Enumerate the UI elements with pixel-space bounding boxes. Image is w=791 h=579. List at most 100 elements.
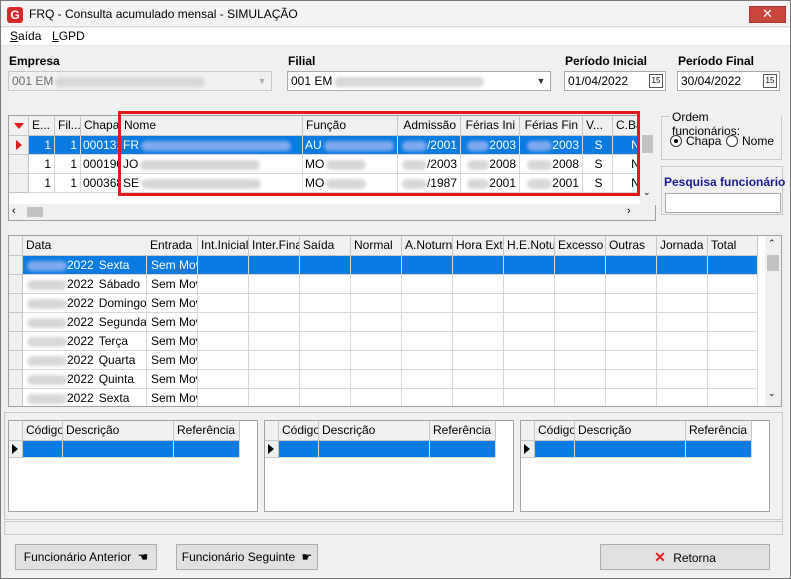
cell-value[interactable] [453,389,504,406]
cell-value[interactable] [708,389,758,406]
cell-value[interactable] [453,294,504,313]
radio-nome-label[interactable]: Nome [742,134,774,148]
employees-hscrollbar[interactable]: ‹ › [9,204,655,220]
cell-value[interactable] [657,294,708,313]
cell-value[interactable] [249,275,300,294]
col-header-fil[interactable]: Fil... [55,116,81,136]
col-header-referencia[interactable]: Referência [686,421,752,441]
cell-value[interactable] [351,275,402,294]
cell-fil[interactable]: 1 [55,174,81,193]
col-header-int-inicial[interactable]: Int.Inicial [198,236,249,256]
cell-value[interactable] [708,370,758,389]
cell-descricao[interactable] [63,441,174,458]
scroll-down-icon[interactable]: ⌄ [768,388,776,399]
cell-value[interactable] [453,332,504,351]
radio-chapa[interactable] [670,135,682,147]
col-header-outras[interactable]: Outras [606,236,657,256]
cell-entrada[interactable]: Sem Mov [147,275,198,294]
scroll-up-icon[interactable]: ⌃ [768,238,776,249]
col-header-jornada[interactable]: Jornada [657,236,708,256]
cell-value[interactable] [198,275,249,294]
cell-value[interactable] [249,256,300,275]
cell-value[interactable] [351,256,402,275]
cell-data[interactable]: 2022 Sexta [23,389,147,406]
cell-value[interactable] [504,370,555,389]
cell-value[interactable] [708,313,758,332]
cell-value[interactable] [351,294,402,313]
cell-fil[interactable]: 1 [55,136,81,155]
col-header-chapa[interactable]: Chapa [81,116,121,136]
cell-value[interactable] [300,389,351,406]
cell-value[interactable] [198,332,249,351]
cell-value[interactable] [453,256,504,275]
cell-value[interactable] [504,313,555,332]
cell-value[interactable] [708,294,758,313]
cell-value[interactable] [708,332,758,351]
col-header-descricao[interactable]: Descrição [63,421,174,441]
cell-value[interactable] [555,275,606,294]
cell-value[interactable] [657,370,708,389]
cell-value[interactable] [606,275,657,294]
cell-value[interactable] [402,256,453,275]
cell-value[interactable] [606,294,657,313]
cell-value[interactable] [351,389,402,406]
col-header-entrada[interactable]: Entrada [147,236,198,256]
col-header-codigo[interactable]: Código [279,421,319,441]
col-header-data[interactable]: Data [23,236,154,256]
cell-value[interactable] [657,389,708,406]
cell-value[interactable] [606,370,657,389]
cell-value[interactable] [708,351,758,370]
cell-value[interactable] [249,332,300,351]
days-vscrollbar[interactable]: ⌃ ⌄ [765,236,781,406]
radio-chapa-label[interactable]: Chapa [686,134,721,148]
cell-chapa[interactable]: 000131 [81,136,121,155]
cell-data[interactable]: 2022 Domingo [23,294,147,313]
col-header-he-noturna[interactable]: H.E.Noturna [504,236,555,256]
cell-data[interactable]: 2022 Quarta [23,351,147,370]
cell-value[interactable] [657,351,708,370]
cell-value[interactable] [402,332,453,351]
col-header-excesso[interactable]: Excesso [555,236,606,256]
cell-value[interactable] [198,389,249,406]
cell-value[interactable] [198,313,249,332]
cell-value[interactable] [504,351,555,370]
cell-value[interactable] [198,256,249,275]
cell-value[interactable] [351,313,402,332]
cell-e[interactable]: 1 [29,155,55,174]
cell-value[interactable] [453,313,504,332]
cell-value[interactable] [555,313,606,332]
cell-value[interactable] [300,275,351,294]
col-header-saida[interactable]: Saída [300,236,351,256]
cell-referencia[interactable] [174,441,240,458]
calendar-icon[interactable]: 15 [763,74,777,88]
cell-value[interactable] [300,256,351,275]
col-header-normal[interactable]: Normal [351,236,402,256]
scroll-thumb[interactable] [767,255,779,271]
col-header-inter-final[interactable]: Inter.Final [249,236,300,256]
filial-select[interactable]: 001 EM ▼ [287,71,551,91]
cell-value[interactable] [555,370,606,389]
cell-value[interactable] [300,351,351,370]
cell-value[interactable] [402,370,453,389]
cell-entrada[interactable]: Sem Mov [147,256,198,275]
periodo-inicial-field[interactable]: 01/04/2022 15 [564,71,666,91]
cell-entrada[interactable]: Sem Mov [147,313,198,332]
col-header-descricao[interactable]: Descrição [319,421,430,441]
cell-value[interactable] [402,351,453,370]
cell-value[interactable] [198,351,249,370]
cell-value[interactable] [249,389,300,406]
cell-entrada[interactable]: Sem Mov [147,294,198,313]
cell-value[interactable] [708,275,758,294]
cell-value[interactable] [402,313,453,332]
cell-chapa[interactable]: 000368 [81,174,121,193]
cell-value[interactable] [402,294,453,313]
close-button[interactable]: ✕ [749,6,786,23]
cell-value[interactable] [504,389,555,406]
cell-value[interactable] [555,351,606,370]
cell-value[interactable] [300,332,351,351]
col-header-referencia[interactable]: Referência [174,421,240,441]
scroll-down-icon[interactable]: ⌄ [643,187,651,198]
col-header-a-noturno[interactable]: A.Noturno [402,236,453,256]
cell-data[interactable]: 2022 Sexta [23,256,147,275]
cell-value[interactable] [453,275,504,294]
